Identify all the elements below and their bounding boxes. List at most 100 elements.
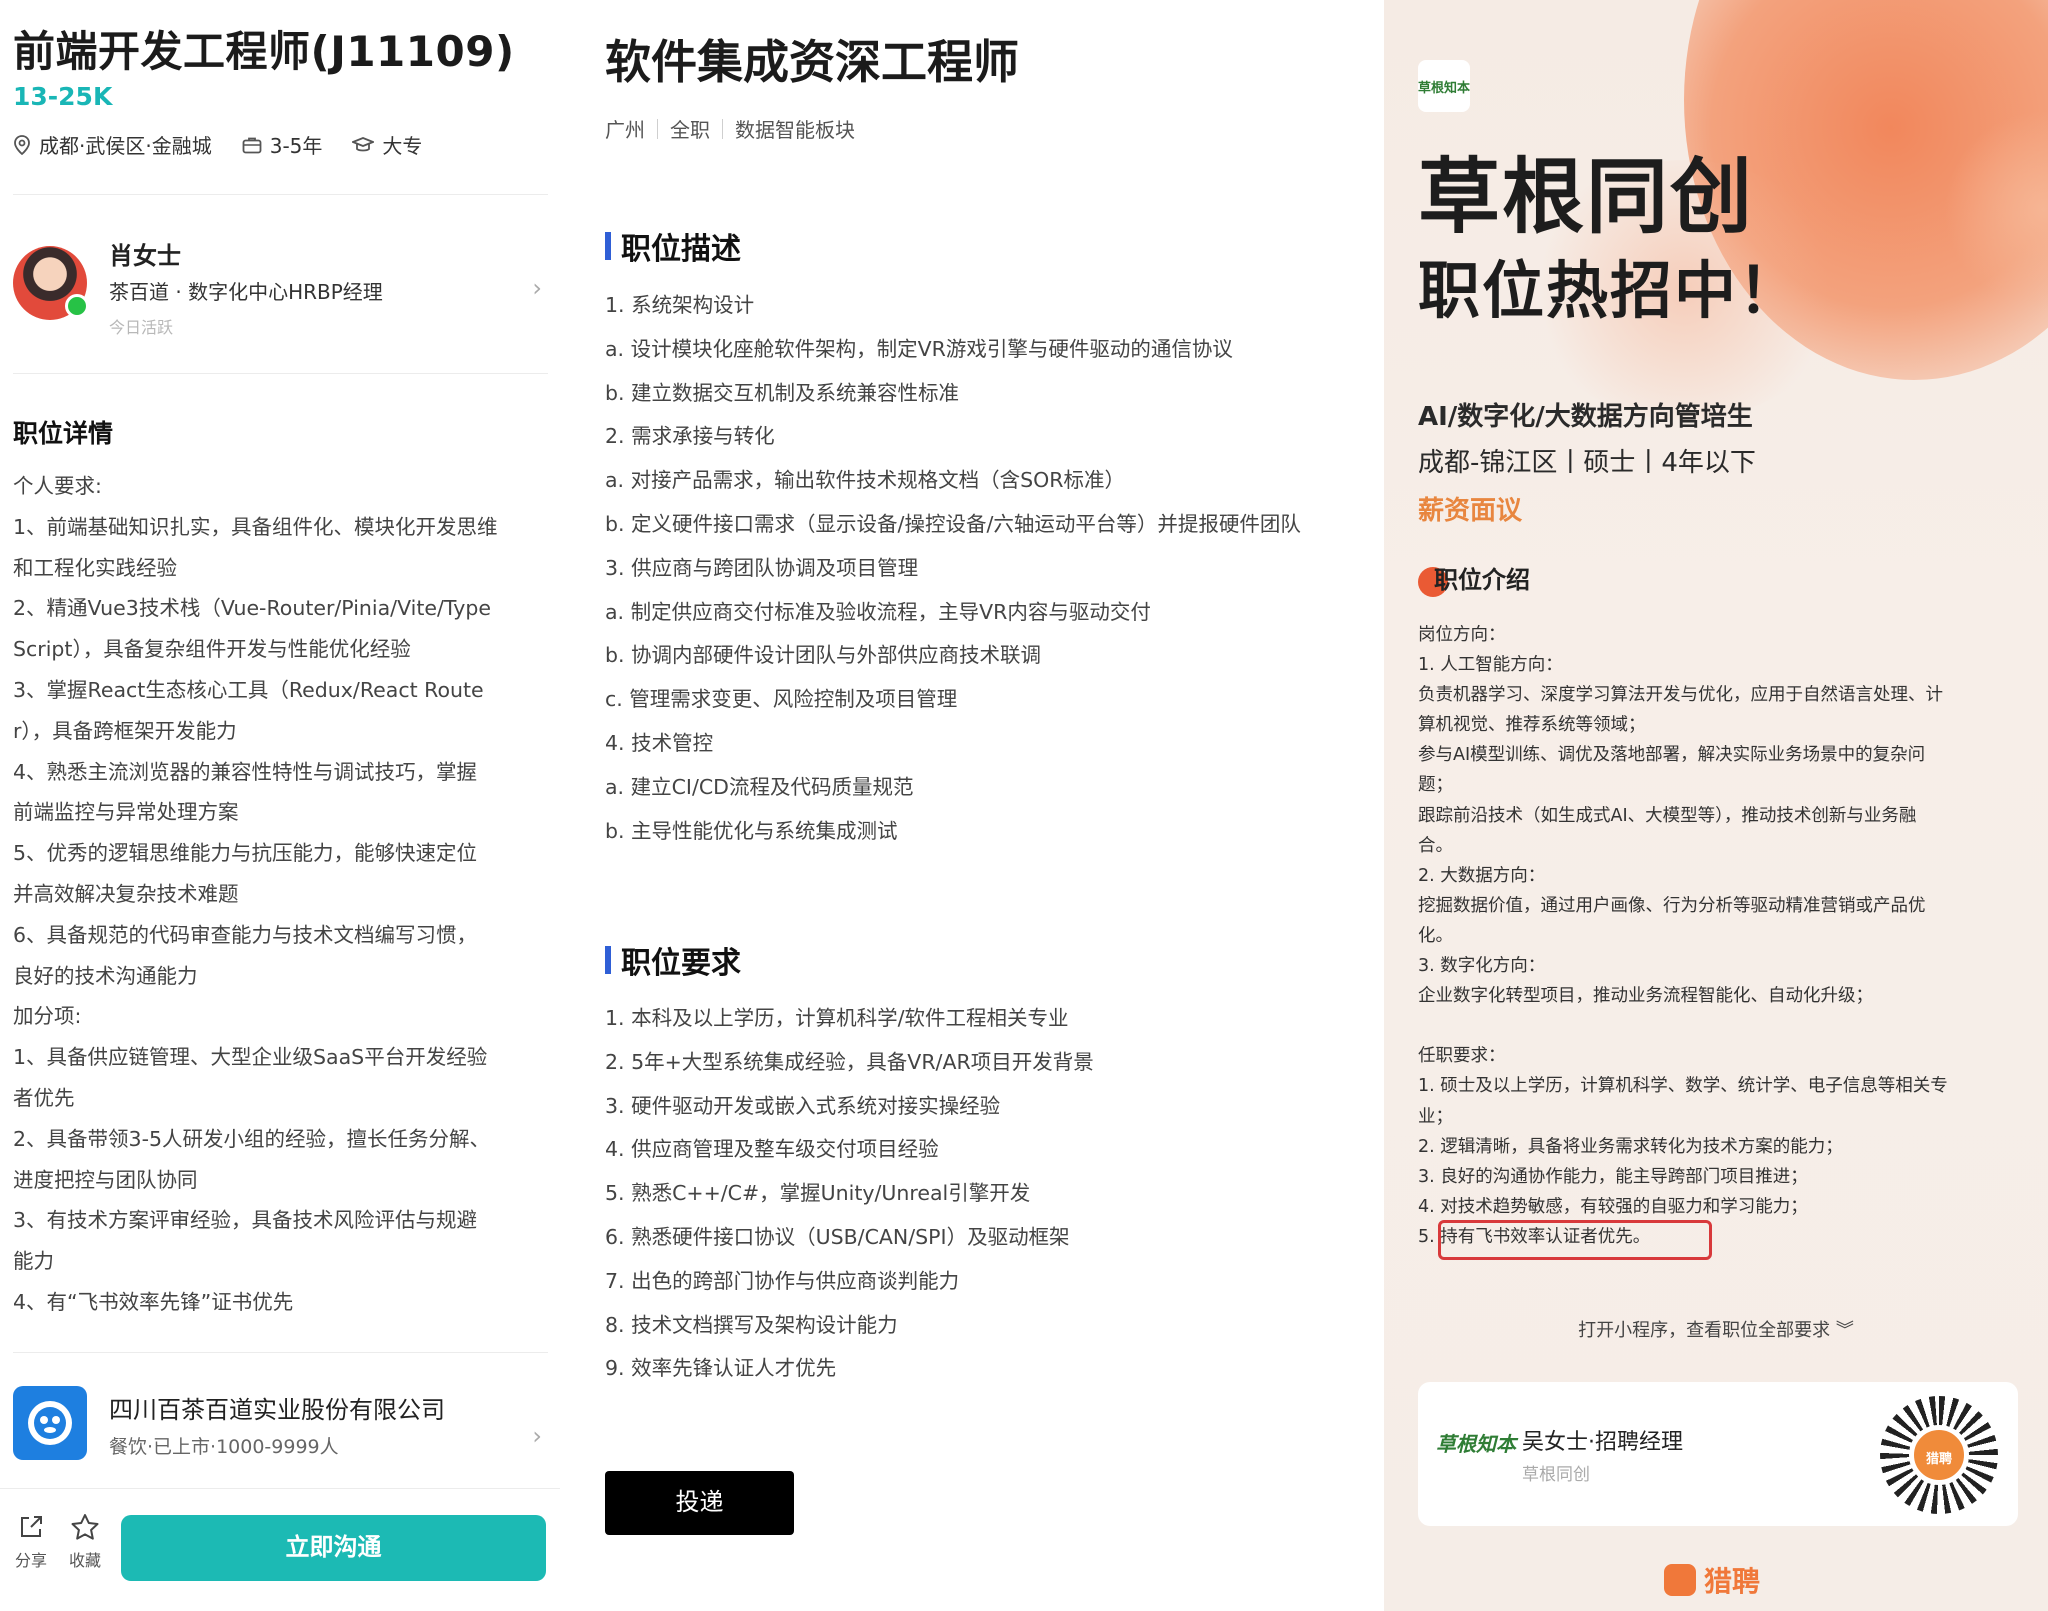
detail-line: 加分项: — [13, 1004, 82, 1029]
detail-line: 个人要求: — [13, 474, 102, 498]
job-title: 前端开发工程师(J11109) — [13, 27, 515, 76]
experience-text: 3-5年 — [269, 134, 323, 158]
list-item: 1. 系统架构设计 — [605, 293, 755, 317]
intro-heading: 职位介绍 — [1418, 560, 1530, 597]
chat-now-button[interactable]: 立即沟通 — [121, 1515, 546, 1581]
detail-line: 4、熟悉主流浏览器的兼容性特性与调试技巧，掌握 — [13, 759, 478, 784]
bottom-action-bar: 分享 收藏 立即沟通 — [0, 1488, 560, 1598]
list-item: a. 制定供应商交付标准及验收流程，主导VR内容与驱动交付 — [605, 599, 1151, 624]
online-status-dot — [65, 294, 89, 318]
detail-line: 前端监控与异常处理方案 — [13, 800, 239, 825]
education-text: 大专 — [382, 134, 423, 158]
list-item: 5. 熟悉C++/C#，掌握Unity/Unreal引擎开发 — [605, 1181, 1031, 1206]
heading-accent-bar — [605, 232, 611, 260]
job-title: 软件集成资深工程师 — [605, 35, 1019, 89]
list-item: a. 对接产品需求，输出软件技术规格文档（含SOR标准） — [605, 468, 1125, 493]
company-logo-icon — [13, 1386, 87, 1460]
recruiter-card[interactable]: 草根知本 吴女士·招聘经理 草根同创 猎聘 — [1418, 1382, 2018, 1526]
favorite-button[interactable]: 收藏 — [60, 1513, 110, 1571]
tag-separator — [722, 118, 723, 139]
brand-logo: 草根知本 — [1418, 60, 1470, 112]
list-item: 4. 技术管控 — [605, 730, 714, 755]
liepin-brand-text: 猎聘 — [1704, 1565, 1761, 1598]
divider — [13, 373, 548, 374]
intro-line: 跟踪前沿技术（如生成式AI、大模型等），推动技术创新与业务融 — [1418, 805, 1917, 826]
tag-city: 广州 — [605, 118, 645, 142]
detail-body: 个人要求: 1、前端基础知识扎实，具备组件化、模块化开发思维 和工程化实践经验 … — [13, 466, 548, 1323]
salary: 13-25K — [13, 82, 113, 111]
detail-line: 3、有技术方案评审经验，具备技术风险评估与规避 — [13, 1208, 478, 1233]
tag-type: 全职 — [670, 118, 710, 142]
poster-subheadline: 职位热招中！ — [1418, 254, 1803, 327]
recruiter-company: 草根同创 — [1522, 1465, 1590, 1485]
recruiter-name: 吴女士·招聘经理 — [1522, 1430, 1683, 1455]
intro-body: 岗位方向： 1. 人工智能方向： 负责机器学习、深度学习算法开发与优化，应用于自… — [1418, 620, 2018, 1252]
list-item: c. 管理需求变更、风险控制及项目管理 — [605, 687, 958, 712]
favorite-label: 收藏 — [68, 1551, 101, 1570]
recruiter-title: 茶百道 · 数字化中心HRBP经理 — [109, 280, 383, 304]
company-info: 餐饮·已上市·1000-9999人 — [109, 1436, 339, 1458]
list-item: b. 建立数据交互机制及系统兼容性标准 — [605, 380, 960, 405]
list-item: a. 建立CI/CD流程及代码质量规范 — [605, 774, 914, 799]
detail-line: 6、具备规范的代码审查能力与技术文档编写习惯， — [13, 922, 478, 947]
list-item: 3. 供应商与跨团队协调及项目管理 — [605, 555, 919, 580]
detail-line: 4、有“飞书效率先锋”证书优先 — [13, 1289, 294, 1314]
requirements-list: 1. 本科及以上学历，计算机科学/软件工程相关专业 2. 5年+大型系统集成经验… — [605, 997, 1365, 1391]
location-pin-icon — [14, 134, 30, 155]
divider — [13, 194, 548, 195]
intro-line: 参与AI模型训练、调优及落地部署，解决实际业务场景中的复杂问 — [1418, 745, 1926, 766]
description-list: 1. 系统架构设计 a. 设计模块化座舱软件架构，制定VR游戏引擎与硬件驱动的通… — [605, 284, 1365, 853]
location-meta: 成都·武侯区·金融城 — [13, 130, 212, 159]
chevron-right-icon: › — [532, 1422, 542, 1450]
intro-line: 1. 硕士及以上学历，计算机科学、数学、统计学、电子信息等相关专 — [1418, 1076, 1948, 1097]
intro-line: 岗位方向： — [1418, 625, 1506, 645]
intro-heading-text: 职位介绍 — [1434, 566, 1530, 594]
open-miniprogram-link[interactable]: 打开小程序，查看职位全部要求 ︾ — [1384, 1316, 2048, 1342]
list-item: a. 设计模块化座舱软件架构，制定VR游戏引擎与硬件驱动的通信协议 — [605, 336, 1233, 361]
detail-line: 进度把控与团队协同 — [13, 1167, 198, 1192]
detail-line: 并高效解决复杂技术难题 — [13, 881, 239, 906]
intro-line — [1418, 1011, 2018, 1041]
list-item: 4. 供应商管理及整车级交付项目经验 — [605, 1137, 939, 1162]
company-card[interactable]: 四川百茶百道实业股份有限公司 餐饮·已上市·1000-9999人 › — [13, 1386, 548, 1466]
briefcase-icon — [242, 137, 262, 153]
heading-text: 职位要求 — [621, 946, 741, 981]
share-label: 分享 — [14, 1551, 47, 1570]
education-meta: 大专 — [352, 130, 422, 159]
list-item: b. 协调内部硬件设计团队与外部供应商技术联调 — [605, 643, 1042, 668]
intro-line: 题； — [1418, 775, 1453, 796]
intro-line: 3. 数字化方向： — [1418, 956, 1546, 977]
intro-line: 1. 人工智能方向： — [1418, 655, 1563, 676]
liepin-brand: 猎聘 — [1664, 1560, 1760, 1600]
brand-logo-text: 草根知本 — [1418, 80, 1471, 96]
heading-text: 职位描述 — [621, 232, 741, 267]
card-brand-logo: 草根知本 — [1436, 1432, 1516, 1456]
intro-line: 挖掘数据价值，通过用户画像、行为分析等驱动精准营销或产品优 — [1418, 895, 1926, 916]
list-item: 8. 技术文档撰写及架构设计能力 — [605, 1312, 898, 1337]
list-item: 1. 本科及以上学历，计算机科学/软件工程相关专业 — [605, 1006, 1069, 1030]
detail-line: 5、优秀的逻辑思维能力与抗压能力，能够快速定位 — [13, 841, 478, 866]
divider — [13, 1352, 548, 1353]
intro-line: 企业数字化转型项目，推动业务流程智能化、自动化升级； — [1418, 986, 1873, 1007]
avatar — [13, 246, 89, 320]
recruiter-name: 肖女士 — [109, 242, 181, 270]
middle-job-panel: 软件集成资深工程师 广州 全职 数据智能板块 职位描述 1. 系统架构设计 a.… — [560, 0, 1384, 1611]
intro-line: 2. 大数据方向： — [1418, 865, 1546, 886]
share-button[interactable]: 分享 — [6, 1513, 56, 1571]
qr-code-icon[interactable]: 猎聘 — [1880, 1396, 1998, 1514]
intro-line: 合。 — [1418, 835, 1453, 856]
position-name: AI/数字化/大数据方向管培生 — [1418, 402, 1753, 432]
recruiter-card[interactable]: 肖女士 茶百道 · 数字化中心HRBP经理 今日活跃 › — [13, 230, 548, 350]
detail-line: 和工程化实践经验 — [13, 555, 177, 580]
tag-division: 数据智能板块 — [735, 118, 855, 142]
star-icon — [71, 1514, 99, 1540]
left-job-panel: 前端开发工程师(J11109) 13-25K 成都·武侯区·金融城 3-5年 大… — [0, 0, 560, 1611]
intro-line: 业； — [1418, 1106, 1453, 1127]
highlight-box — [1438, 1220, 1712, 1260]
right-poster-panel: 草根知本 草根同创 职位热招中！ AI/数字化/大数据方向管培生 成都-锦江区丨… — [1384, 0, 2048, 1611]
position-meta: 成都-锦江区丨硕士丨4年以下 — [1418, 448, 1756, 478]
experience-meta: 3-5年 — [242, 130, 323, 159]
apply-button[interactable]: 投递 — [605, 1471, 794, 1535]
location-text: 成都·武侯区·金融城 — [39, 134, 212, 158]
list-item: 2. 5年+大型系统集成经验，具备VR/AR项目开发背景 — [605, 1049, 1094, 1074]
